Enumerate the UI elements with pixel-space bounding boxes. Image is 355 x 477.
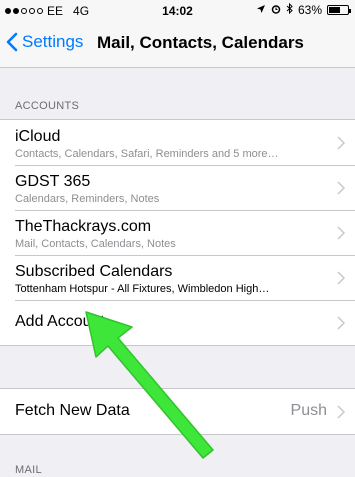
chevron-right-icon — [337, 225, 345, 240]
chevron-right-icon — [337, 135, 345, 150]
location-arrow-icon — [256, 3, 266, 17]
chevron-right-icon — [337, 180, 345, 195]
account-row-thethackrays[interactable]: TheThackrays.com Mail, Contacts, Calenda… — [0, 210, 355, 255]
battery-icon — [327, 5, 351, 15]
account-subtitle: Contacts, Calendars, Safari, Reminders a… — [15, 148, 279, 160]
bluetooth-icon — [286, 2, 293, 17]
account-subtitle: Tottenham Hotspur - All Fixtures, Wimble… — [15, 283, 270, 295]
account-row-icloud[interactable]: iCloud Contacts, Calendars, Safari, Remi… — [0, 120, 355, 165]
add-account-row[interactable]: Add Account — [0, 300, 355, 345]
add-account-label: Add Account — [15, 313, 105, 330]
status-bar: EE 4G 14:02 63% — [0, 0, 355, 22]
accounts-list: iCloud Contacts, Calendars, Safari, Remi… — [0, 119, 355, 346]
page-title: Mail, Contacts, Calendars — [97, 33, 304, 52]
navigation-bar: Settings Mail, Contacts, Calendars — [0, 22, 355, 68]
account-row-gdst-365[interactable]: GDST 365 Calendars, Reminders, Notes — [0, 165, 355, 210]
account-title: TheThackrays.com — [15, 218, 152, 235]
accounts-section-header: ACCOUNTS — [15, 100, 80, 112]
battery-percent: 63% — [297, 3, 322, 17]
chevron-right-icon — [337, 404, 345, 419]
account-subtitle: Mail, Contacts, Calendars, Notes — [15, 238, 176, 250]
back-button-label: Settings — [22, 32, 84, 51]
fetch-new-data-value: Push — [290, 402, 327, 419]
account-title: GDST 365 — [15, 173, 91, 190]
account-row-subscribed-calendars[interactable]: Subscribed Calendars Tottenham Hotspur -… — [0, 255, 355, 300]
chevron-left-icon — [6, 32, 18, 52]
chevron-right-icon — [337, 270, 345, 285]
fetch-new-data-row[interactable]: Fetch New Data Push — [0, 389, 355, 434]
fetch-new-data-label: Fetch New Data — [15, 402, 130, 419]
mail-section-header: MAIL — [15, 464, 42, 476]
account-title: iCloud — [15, 128, 61, 145]
account-subtitle: Calendars, Reminders, Notes — [15, 193, 160, 205]
status-right: 63% — [256, 2, 351, 17]
account-title: Subscribed Calendars — [15, 263, 173, 280]
chevron-right-icon — [337, 315, 345, 330]
alarm-icon — [271, 3, 281, 17]
back-button[interactable]: Settings — [6, 32, 83, 52]
fetch-group: Fetch New Data Push — [0, 388, 355, 435]
